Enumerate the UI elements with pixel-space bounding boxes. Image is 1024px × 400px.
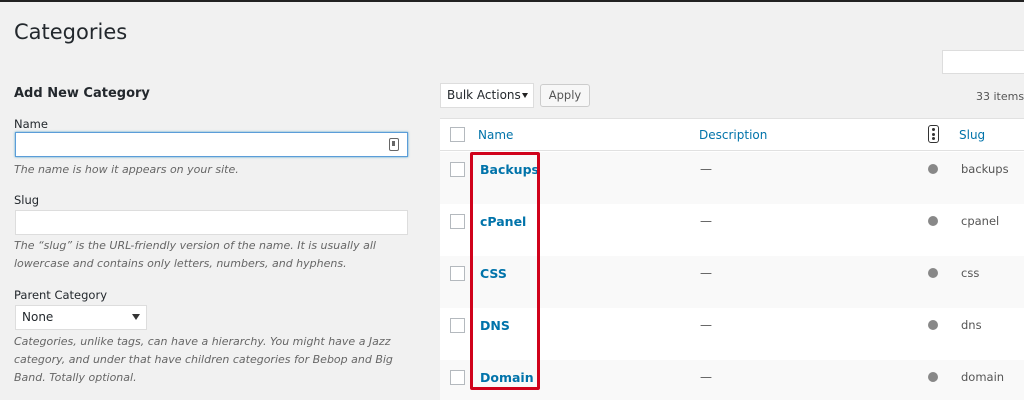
slug-label: Slug (14, 193, 40, 207)
items-count: 33 items (976, 90, 1024, 103)
category-description: — (700, 162, 712, 176)
post-count-dot (928, 372, 938, 382)
add-new-category-heading: Add New Category (14, 86, 150, 101)
slug-field[interactable] (15, 210, 408, 235)
category-description: — (700, 318, 712, 332)
slug-help-text: The “slug” is the URL-friendly version o… (14, 239, 376, 270)
chevron-down-icon (132, 314, 140, 320)
parent-category-help-text: Categories, unlike tags, can have a hier… (14, 335, 393, 384)
search-categories-input[interactable] (942, 50, 1024, 74)
apply-button[interactable]: Apply (540, 84, 590, 107)
parent-category-label: Parent Category (14, 288, 107, 302)
category-slug: dns (961, 318, 982, 332)
post-count-dot (928, 320, 938, 330)
bulk-actions-select[interactable]: Bulk Actions (440, 83, 534, 108)
top-bar-edge (0, 0, 1024, 2)
row-checkbox[interactable] (450, 318, 465, 333)
page-title: Categories (14, 20, 128, 44)
name-field[interactable] (15, 132, 408, 157)
column-header-name[interactable]: Name (478, 128, 513, 142)
category-description: — (700, 214, 712, 228)
column-header-slug[interactable]: Slug (959, 128, 985, 142)
category-slug: cpanel (961, 214, 1000, 228)
name-label: Name (14, 117, 48, 131)
category-slug: css (961, 266, 980, 280)
posts-count-icon[interactable] (928, 125, 939, 143)
row-checkbox[interactable] (450, 162, 465, 177)
bulk-actions-label: Bulk Actions (447, 88, 521, 102)
name-help-text: The name is how it appears on your site. (14, 163, 239, 176)
category-description: — (700, 266, 712, 280)
column-header-description[interactable]: Description (699, 128, 767, 142)
post-count-dot (928, 268, 938, 278)
row-checkbox[interactable] (450, 370, 465, 385)
password-manager-icon[interactable] (389, 138, 399, 151)
post-count-dot (928, 216, 938, 226)
parent-category-select[interactable]: None (15, 305, 147, 330)
highlight-box (470, 152, 540, 390)
post-count-dot (928, 164, 938, 174)
category-slug: domain (961, 370, 1005, 384)
parent-category-selected: None (22, 310, 54, 324)
row-checkbox[interactable] (450, 214, 465, 229)
chevron-down-icon (522, 93, 528, 98)
category-slug: backups (961, 162, 1009, 176)
select-all-checkbox[interactable] (450, 127, 465, 142)
table-header: Name Description Slug (440, 119, 1024, 151)
row-checkbox[interactable] (450, 266, 465, 281)
category-description: — (700, 370, 712, 384)
